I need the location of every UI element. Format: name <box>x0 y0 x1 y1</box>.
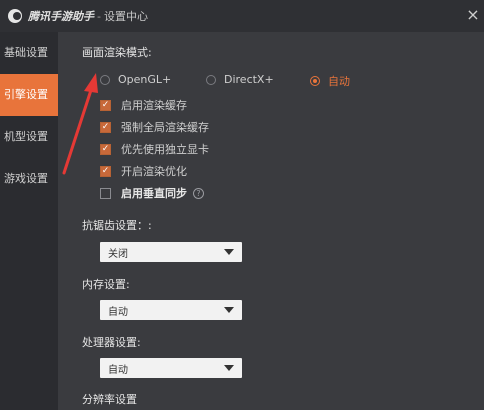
app-logo-icon <box>8 9 22 23</box>
app-name: 腾讯手游助手 <box>28 10 94 23</box>
window-title: 设置中心 <box>103 10 148 23</box>
memory-select-value: 自动 <box>108 306 128 318</box>
checkbox-vsync-box[interactable] <box>100 187 111 199</box>
title-separator: - <box>97 9 101 23</box>
checkbox-force-global-cache-label: 强制全局渲染缓存 <box>121 121 209 134</box>
render-mode-title: 画面渲染模式: <box>82 46 152 59</box>
checkbox-dedicated-gpu[interactable]: ✓ 优先使用独立显卡 <box>100 141 209 157</box>
radio-auto[interactable]: 自动 <box>310 73 350 89</box>
checkbox-dedicated-gpu-label: 优先使用独立显卡 <box>121 143 209 156</box>
chevron-down-icon <box>224 249 234 255</box>
memory-title: 内存设置: <box>82 278 130 291</box>
checkbox-force-global-cache[interactable]: ✓ 强制全局渲染缓存 <box>100 119 209 135</box>
annotation-arrow-head <box>84 73 98 93</box>
help-icon[interactable]: ? <box>193 187 204 199</box>
radio-directx-label: DirectX+ <box>224 73 274 86</box>
checkbox-vsync-label: 启用垂直同步 <box>121 187 187 200</box>
processor-title: 处理器设置: <box>82 336 141 349</box>
checkbox-vsync[interactable]: 启用垂直同步 ? <box>100 185 204 201</box>
antialias-title: 抗锯齿设置：: <box>82 219 152 232</box>
radio-opengl[interactable]: OpenGL+ <box>100 73 171 86</box>
radio-directx[interactable]: DirectX+ <box>206 73 274 86</box>
checkbox-render-cache-label: 启用渲染缓存 <box>121 99 187 112</box>
checkbox-render-cache[interactable]: ✓ 启用渲染缓存 <box>100 97 187 113</box>
processor-select-value: 自动 <box>108 364 128 376</box>
antialias-select-value: 关闭 <box>108 248 128 260</box>
chevron-down-icon <box>224 365 234 371</box>
radio-auto-button[interactable] <box>310 76 320 86</box>
checkbox-render-optimize-label: 开启渲染优化 <box>121 165 187 178</box>
radio-directx-button[interactable] <box>206 74 216 85</box>
annotation-arrow <box>62 73 98 175</box>
chevron-down-icon <box>224 307 234 313</box>
settings-content: 画面渲染模式: OpenGL+ DirectX+ 自动 ✓ 启用渲染缓存 ✓ 强… <box>60 32 484 410</box>
checkbox-render-optimize[interactable]: ✓ 开启渲染优化 <box>100 163 187 179</box>
antialias-select[interactable]: 关闭 <box>100 242 242 262</box>
radio-opengl-label: OpenGL+ <box>118 73 172 86</box>
radio-auto-label: 自动 <box>328 75 350 88</box>
title-bar: 腾讯手游助手 - 设置中心 × <box>0 0 484 32</box>
processor-select[interactable]: 自动 <box>100 358 242 378</box>
annotation-arrow-shaft <box>62 85 94 175</box>
resolution-title: 分辨率设置 <box>82 393 137 406</box>
close-button[interactable]: × <box>464 6 482 24</box>
memory-select[interactable]: 自动 <box>100 300 242 320</box>
